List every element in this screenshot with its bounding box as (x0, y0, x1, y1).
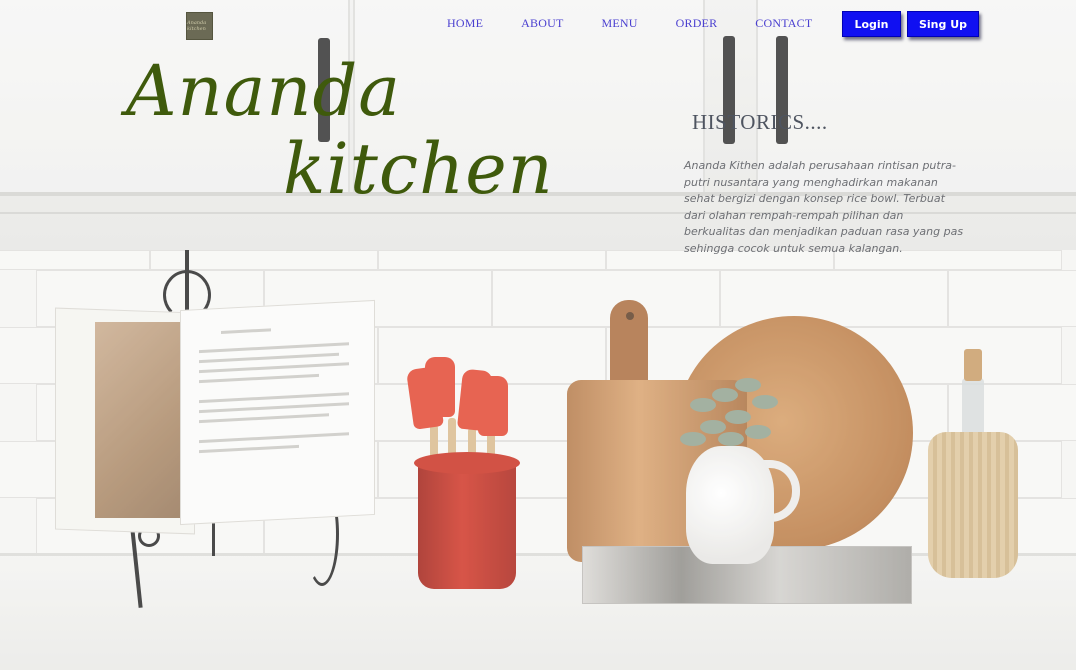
history-heading: HISTORICS.... (692, 110, 828, 134)
logo-mark: Ananda kitchen (187, 20, 207, 32)
nav-link-order[interactable]: ORDER (676, 16, 718, 31)
nav-link-about[interactable]: ABOUT (521, 16, 563, 31)
main-nav: HOME ABOUT MENU ORDER CONTACT (447, 16, 812, 31)
nav-link-menu[interactable]: MENU (601, 16, 637, 31)
signup-button[interactable]: Sing Up (907, 11, 979, 37)
logo[interactable]: Ananda kitchen (186, 12, 213, 40)
login-button[interactable]: Login (842, 11, 901, 37)
nav-link-contact[interactable]: CONTACT (755, 16, 812, 31)
brand-title-line1: Ananda (126, 50, 401, 132)
nav-link-home[interactable]: HOME (447, 16, 483, 31)
history-paragraph: Ananda Kithen adalah perusahaan rintisan… (684, 159, 964, 255)
brand-title-line2: kitchen (283, 128, 554, 210)
